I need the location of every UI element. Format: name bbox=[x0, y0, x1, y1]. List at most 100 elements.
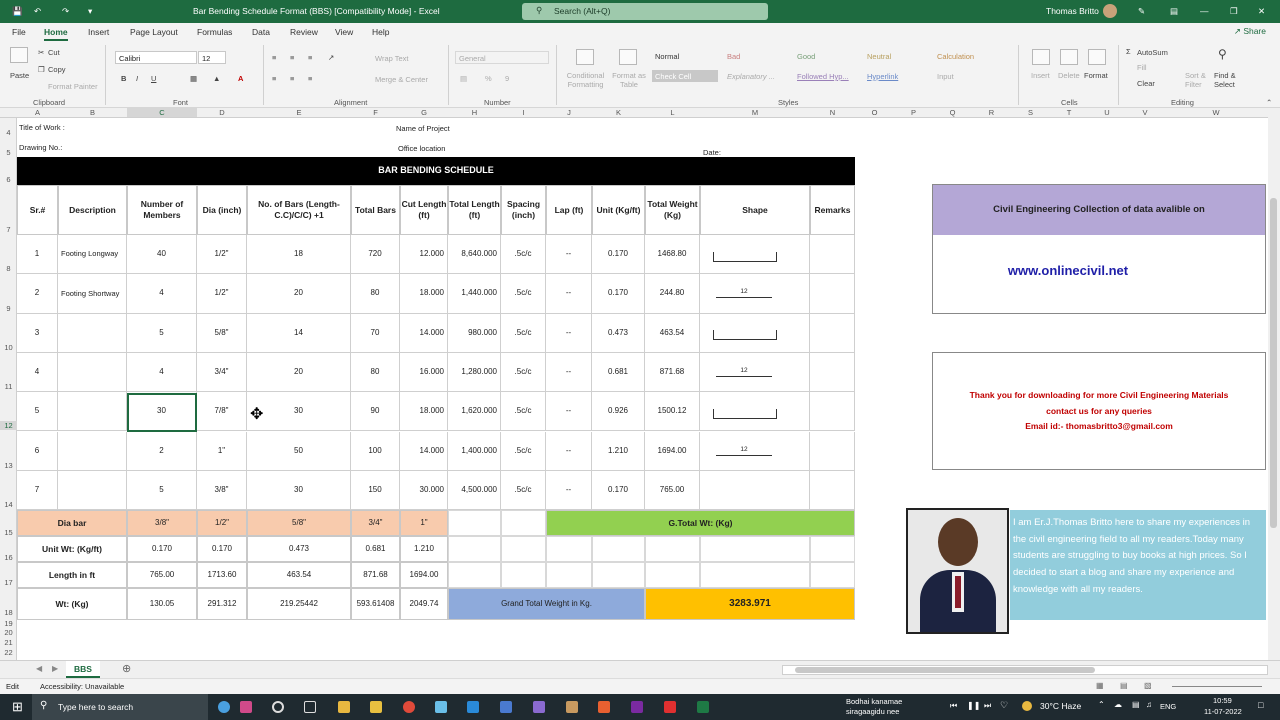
tab-view[interactable]: View bbox=[335, 27, 353, 37]
worksheet-grid[interactable]: Title of Work : Name of Project Drawing … bbox=[17, 118, 1268, 660]
font-color-icon[interactable]: A bbox=[238, 74, 243, 83]
taskbar-search[interactable]: ⚲ Type here to search bbox=[32, 694, 208, 720]
sort-filter-button[interactable]: Sort & Filter bbox=[1185, 71, 1213, 89]
app-icon-5[interactable] bbox=[631, 701, 643, 713]
font-size-select[interactable]: 12 bbox=[198, 51, 226, 64]
cell-unit[interactable]: 0.170 bbox=[592, 470, 645, 511]
row-header[interactable]: 19 bbox=[0, 619, 17, 628]
cell-total-weight[interactable]: 463.54 bbox=[645, 313, 700, 353]
collapse-ribbon-icon[interactable]: ⌃ bbox=[1266, 98, 1272, 107]
cell-total-length[interactable]: 1,400.000 bbox=[448, 431, 501, 471]
cell-cut-length[interactable]: 16.000 bbox=[400, 352, 448, 393]
row-header[interactable]: 16 bbox=[0, 553, 17, 562]
cell-lap[interactable]: -- bbox=[546, 313, 592, 353]
unit-wt-value[interactable]: 0.473 bbox=[247, 536, 351, 562]
cell-no-of-bars[interactable]: 20 bbox=[247, 274, 351, 314]
row-header[interactable]: 7 bbox=[0, 225, 17, 234]
row-header[interactable]: 17 bbox=[0, 578, 17, 587]
tab-review[interactable]: Review bbox=[290, 27, 318, 37]
zoom-slider[interactable] bbox=[1172, 686, 1262, 687]
tab-file[interactable]: File bbox=[12, 27, 26, 37]
align-bottom-icon[interactable]: ≡ bbox=[308, 53, 312, 62]
cell-spacing[interactable]: .5c/c bbox=[501, 274, 546, 314]
col-header[interactable]: E bbox=[247, 108, 351, 117]
dia-value[interactable]: 3/4" bbox=[351, 510, 400, 536]
sheet-tab-bbs[interactable]: BBS bbox=[66, 661, 100, 678]
align-middle-icon[interactable]: ≡ bbox=[290, 53, 294, 62]
dia-value[interactable]: 1/2" bbox=[197, 510, 247, 536]
cell-sr[interactable]: 7 bbox=[17, 470, 58, 511]
cell-total-length[interactable]: 4,500.000 bbox=[448, 470, 501, 511]
empty-cell[interactable] bbox=[645, 536, 700, 562]
cell-shape[interactable] bbox=[700, 470, 810, 511]
tab-help[interactable]: Help bbox=[372, 27, 389, 37]
align-left-icon[interactable]: ≡ bbox=[272, 74, 276, 83]
row-header[interactable]: 20 bbox=[0, 628, 17, 637]
style-hyperlink[interactable]: Hyperlink bbox=[864, 70, 930, 82]
cell-spacing[interactable]: .5c/c bbox=[501, 392, 546, 432]
cell-total-weight[interactable]: 244.80 bbox=[645, 274, 700, 314]
cell-members[interactable]: 5 bbox=[127, 313, 197, 353]
style-good[interactable]: Good bbox=[794, 50, 860, 62]
active-cell-selection[interactable] bbox=[127, 393, 197, 432]
cell-description[interactable] bbox=[58, 392, 127, 432]
col-header[interactable]: B bbox=[58, 108, 127, 117]
prev-track-icon[interactable]: ⏮ bbox=[950, 701, 957, 711]
align-top-icon[interactable]: ≡ bbox=[272, 53, 276, 62]
cloud-icon[interactable]: ☁ bbox=[1114, 700, 1122, 709]
empty-cell[interactable] bbox=[448, 510, 501, 536]
vertical-scrollbar[interactable] bbox=[1268, 108, 1280, 660]
cell-dia[interactable]: 1" bbox=[197, 431, 247, 471]
row-header[interactable]: 13 bbox=[0, 461, 17, 470]
col-header-selected[interactable]: C bbox=[127, 108, 197, 117]
cell-members[interactable]: 4 bbox=[127, 274, 197, 314]
col-header[interactable]: S bbox=[1011, 108, 1050, 117]
autosum-icon[interactable]: Σ bbox=[1126, 47, 1131, 56]
delete-cells-icon[interactable] bbox=[1060, 49, 1078, 65]
row-header[interactable]: 11 bbox=[0, 382, 17, 391]
find-select-button[interactable]: Find & Select bbox=[1214, 71, 1246, 89]
cell-sr[interactable]: 5 bbox=[17, 392, 58, 432]
style-input[interactable]: Input bbox=[934, 70, 1000, 82]
tab-insert[interactable]: Insert bbox=[88, 27, 109, 37]
col-header[interactable]: W bbox=[1164, 108, 1268, 117]
folder-icon[interactable] bbox=[370, 701, 382, 713]
cell-members[interactable]: 40 bbox=[127, 235, 197, 275]
length-value[interactable]: 765.00 bbox=[127, 562, 197, 588]
col-header[interactable]: A bbox=[17, 108, 58, 117]
cell-total-bars[interactable]: 80 bbox=[351, 274, 400, 314]
cell-total-bars[interactable]: 80 bbox=[351, 352, 400, 393]
align-right-icon[interactable]: ≡ bbox=[308, 74, 312, 83]
empty-cell[interactable] bbox=[501, 510, 546, 536]
empty-cell[interactable] bbox=[501, 562, 546, 588]
cell-spacing[interactable]: .5c/c bbox=[501, 235, 546, 275]
tab-page-layout[interactable]: Page Layout bbox=[130, 27, 178, 37]
cell-no-of-bars[interactable]: 20 bbox=[247, 352, 351, 393]
clear-button[interactable]: Clear bbox=[1137, 79, 1155, 88]
find-icon[interactable]: ⚲ bbox=[1218, 47, 1227, 61]
autosum-button[interactable]: AutoSum bbox=[1137, 48, 1168, 57]
weather-text[interactable]: 30°C Haze bbox=[1040, 701, 1081, 711]
cell-total-length[interactable]: 1,620.000 bbox=[448, 392, 501, 432]
cell-unit[interactable]: 0.170 bbox=[592, 235, 645, 275]
cell-lap[interactable]: -- bbox=[546, 235, 592, 275]
paste-button[interactable]: Paste bbox=[10, 71, 29, 80]
cell-spacing[interactable]: .5c/c bbox=[501, 352, 546, 393]
cell-remarks[interactable] bbox=[810, 352, 855, 393]
app-icon[interactable] bbox=[240, 701, 252, 713]
copy-button[interactable]: Copy bbox=[48, 65, 66, 74]
unit-wt-value[interactable]: 1.210 bbox=[400, 536, 448, 562]
cell-description[interactable]: Footing Shortway bbox=[58, 274, 127, 314]
cell-total-bars[interactable]: 70 bbox=[351, 313, 400, 353]
cell-total-length[interactable]: 980.000 bbox=[448, 313, 501, 353]
style-bad[interactable]: Bad bbox=[724, 50, 790, 62]
cell-lap[interactable]: -- bbox=[546, 392, 592, 432]
notifications-icon[interactable]: □ bbox=[1258, 700, 1263, 710]
cell-total-weight[interactable]: 1694.00 bbox=[645, 431, 700, 471]
conditional-formatting-button[interactable]: Conditional Formatting bbox=[563, 71, 608, 89]
cell-spacing[interactable]: .5c/c bbox=[501, 431, 546, 471]
empty-cell[interactable] bbox=[810, 562, 855, 588]
customize-toolbar-icon[interactable]: ▾ bbox=[88, 6, 92, 17]
cell-dia[interactable]: 5/8" bbox=[197, 313, 247, 353]
minimize-icon[interactable]: — bbox=[1200, 6, 1209, 16]
